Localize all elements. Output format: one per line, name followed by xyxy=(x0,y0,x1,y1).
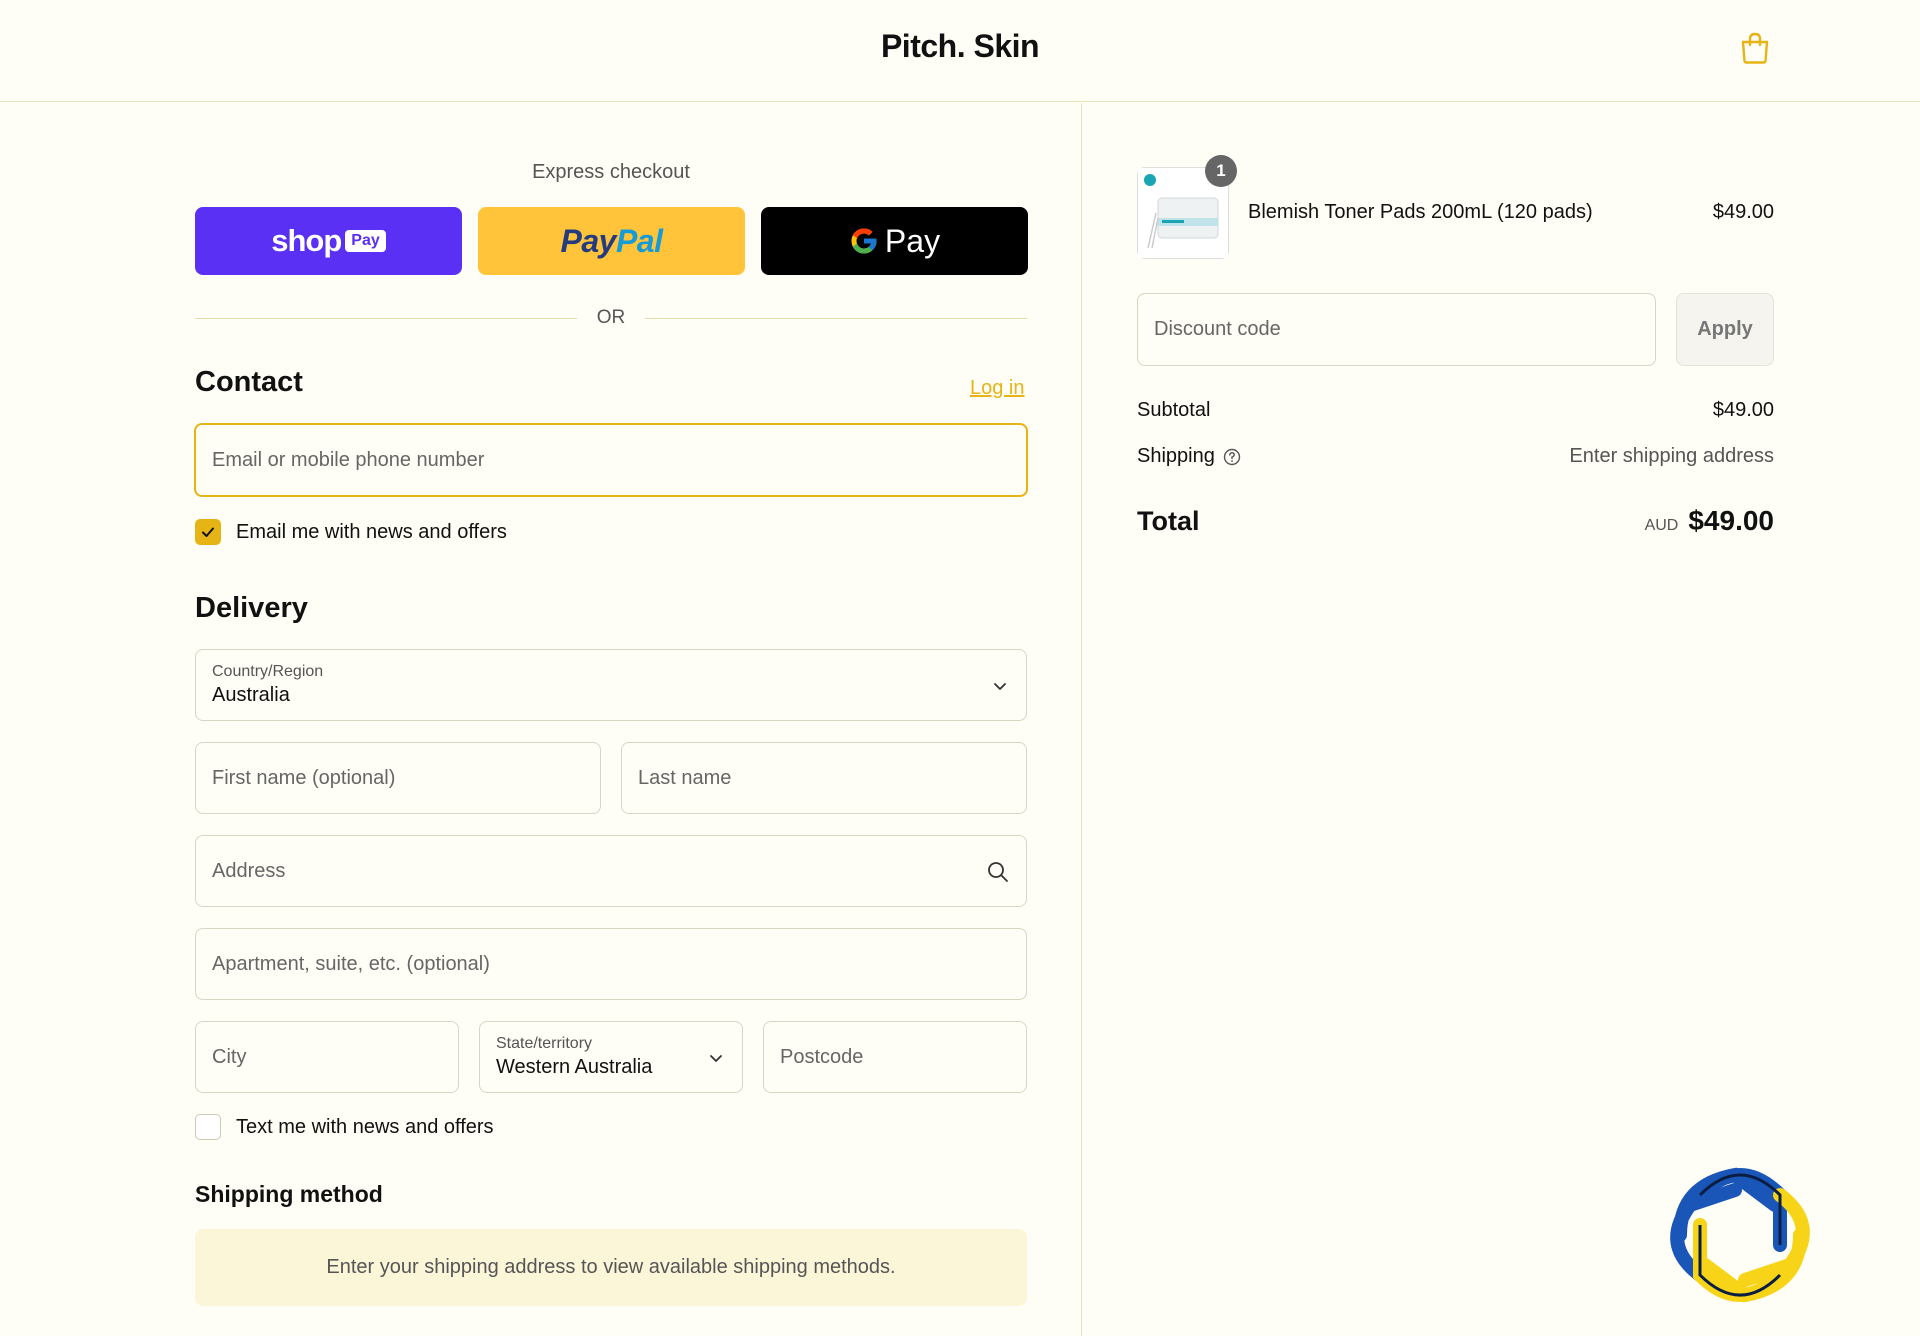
postcode-field[interactable] xyxy=(763,1021,1027,1093)
discount-field[interactable] xyxy=(1137,293,1656,366)
apply-button[interactable]: Apply xyxy=(1676,293,1774,366)
brand-logo[interactable]: Pitch. Skin xyxy=(0,28,1920,65)
subtotal-row: Subtotal $49.00 xyxy=(1137,399,1774,422)
last-name-field[interactable] xyxy=(621,742,1027,814)
search-icon[interactable] xyxy=(986,860,1010,884)
sms-optin-checkbox[interactable] xyxy=(195,1114,221,1140)
google-pay-logo: Pay xyxy=(849,223,940,260)
watermark-logo-icon xyxy=(1670,1167,1810,1303)
product-name: Blemish Toner Pads 200mL (120 pads) xyxy=(1248,201,1593,223)
or-text: OR xyxy=(596,307,626,328)
state-select[interactable]: State/territory Western Australia xyxy=(479,1021,743,1093)
shop-pay-text: shop xyxy=(271,223,342,258)
total-row: Total AUD $49.00 xyxy=(1137,505,1774,537)
divider-line xyxy=(195,317,577,319)
subtotal-label: Subtotal xyxy=(1137,399,1211,421)
login-link[interactable]: Log in xyxy=(970,377,1025,400)
chevron-down-icon xyxy=(710,1055,722,1062)
paypal-logo-part2: Pal xyxy=(615,222,663,259)
help-circle-icon[interactable] xyxy=(1223,448,1241,466)
apartment-input[interactable] xyxy=(212,952,1010,976)
shipping-method-message: Enter your shipping address to view avai… xyxy=(195,1229,1027,1306)
sms-optin-row[interactable]: Text me with news and offers xyxy=(195,1114,494,1140)
address-field[interactable] xyxy=(195,835,1027,907)
shop-pay-button[interactable]: shop Pay xyxy=(195,207,462,275)
state-label: State/territory xyxy=(496,1035,593,1052)
delivery-title: Delivery xyxy=(195,592,308,624)
or-divider: OR xyxy=(195,305,1027,331)
checkmark-icon xyxy=(202,527,214,537)
city-field[interactable] xyxy=(195,1021,459,1093)
divider-line xyxy=(645,317,1027,319)
product-price: $49.00 xyxy=(1712,201,1774,223)
apartment-field[interactable] xyxy=(195,928,1027,1000)
total-value-group: AUD $49.00 xyxy=(1645,505,1774,537)
subtotal-value: $49.00 xyxy=(1712,399,1774,421)
last-name-input[interactable] xyxy=(638,766,1010,790)
shipping-label: Shipping xyxy=(1137,445,1215,467)
country-label: Country/Region xyxy=(212,663,324,680)
address-input[interactable] xyxy=(212,859,1010,883)
shipping-label-group: Shipping xyxy=(1137,445,1241,468)
total-value: $49.00 xyxy=(1688,505,1774,536)
email-field[interactable] xyxy=(194,423,1028,497)
chevron-down-icon xyxy=(994,683,1006,690)
sms-optin-label: Text me with news and offers xyxy=(236,1115,494,1138)
shop-pay-badge: Pay xyxy=(345,230,386,252)
paypal-logo: PayPal xyxy=(561,223,663,260)
google-g-icon xyxy=(851,228,877,254)
shipping-method-title: Shipping method xyxy=(195,1181,383,1207)
contact-title: Contact xyxy=(195,366,303,398)
country-select[interactable]: Country/Region Australia xyxy=(195,649,1027,721)
shipping-row: Shipping Enter shipping address xyxy=(1137,445,1774,468)
email-optin-row[interactable]: Email me with news and offers xyxy=(195,519,507,545)
discount-input[interactable] xyxy=(1154,318,1639,341)
header: Pitch. Skin xyxy=(0,0,1920,102)
google-pay-text: Pay xyxy=(884,222,941,259)
email-input[interactable] xyxy=(212,448,1010,472)
quantity-badge: 1 xyxy=(1205,155,1237,187)
total-label: Total xyxy=(1137,506,1200,536)
first-name-field[interactable] xyxy=(195,742,601,814)
currency-code: AUD xyxy=(1644,517,1679,534)
city-input[interactable] xyxy=(212,1045,442,1069)
shipping-value: Enter shipping address xyxy=(1569,445,1774,467)
shopping-bag-icon[interactable] xyxy=(1740,32,1770,64)
checkout-form: Express checkout shop Pay PayPal Pay OR … xyxy=(0,103,1082,1336)
express-checkout-label: Express checkout xyxy=(532,161,690,183)
google-pay-button[interactable]: Pay xyxy=(761,207,1028,275)
paypal-button[interactable]: PayPal xyxy=(478,207,745,275)
paypal-logo-part1: Pay xyxy=(560,222,617,259)
email-optin-label: Email me with news and offers xyxy=(236,520,507,543)
first-name-input[interactable] xyxy=(212,766,584,790)
state-value: Western Australia xyxy=(496,1056,653,1078)
country-value: Australia xyxy=(212,684,290,706)
postcode-input[interactable] xyxy=(780,1045,1010,1069)
email-optin-checkbox[interactable] xyxy=(195,519,221,545)
